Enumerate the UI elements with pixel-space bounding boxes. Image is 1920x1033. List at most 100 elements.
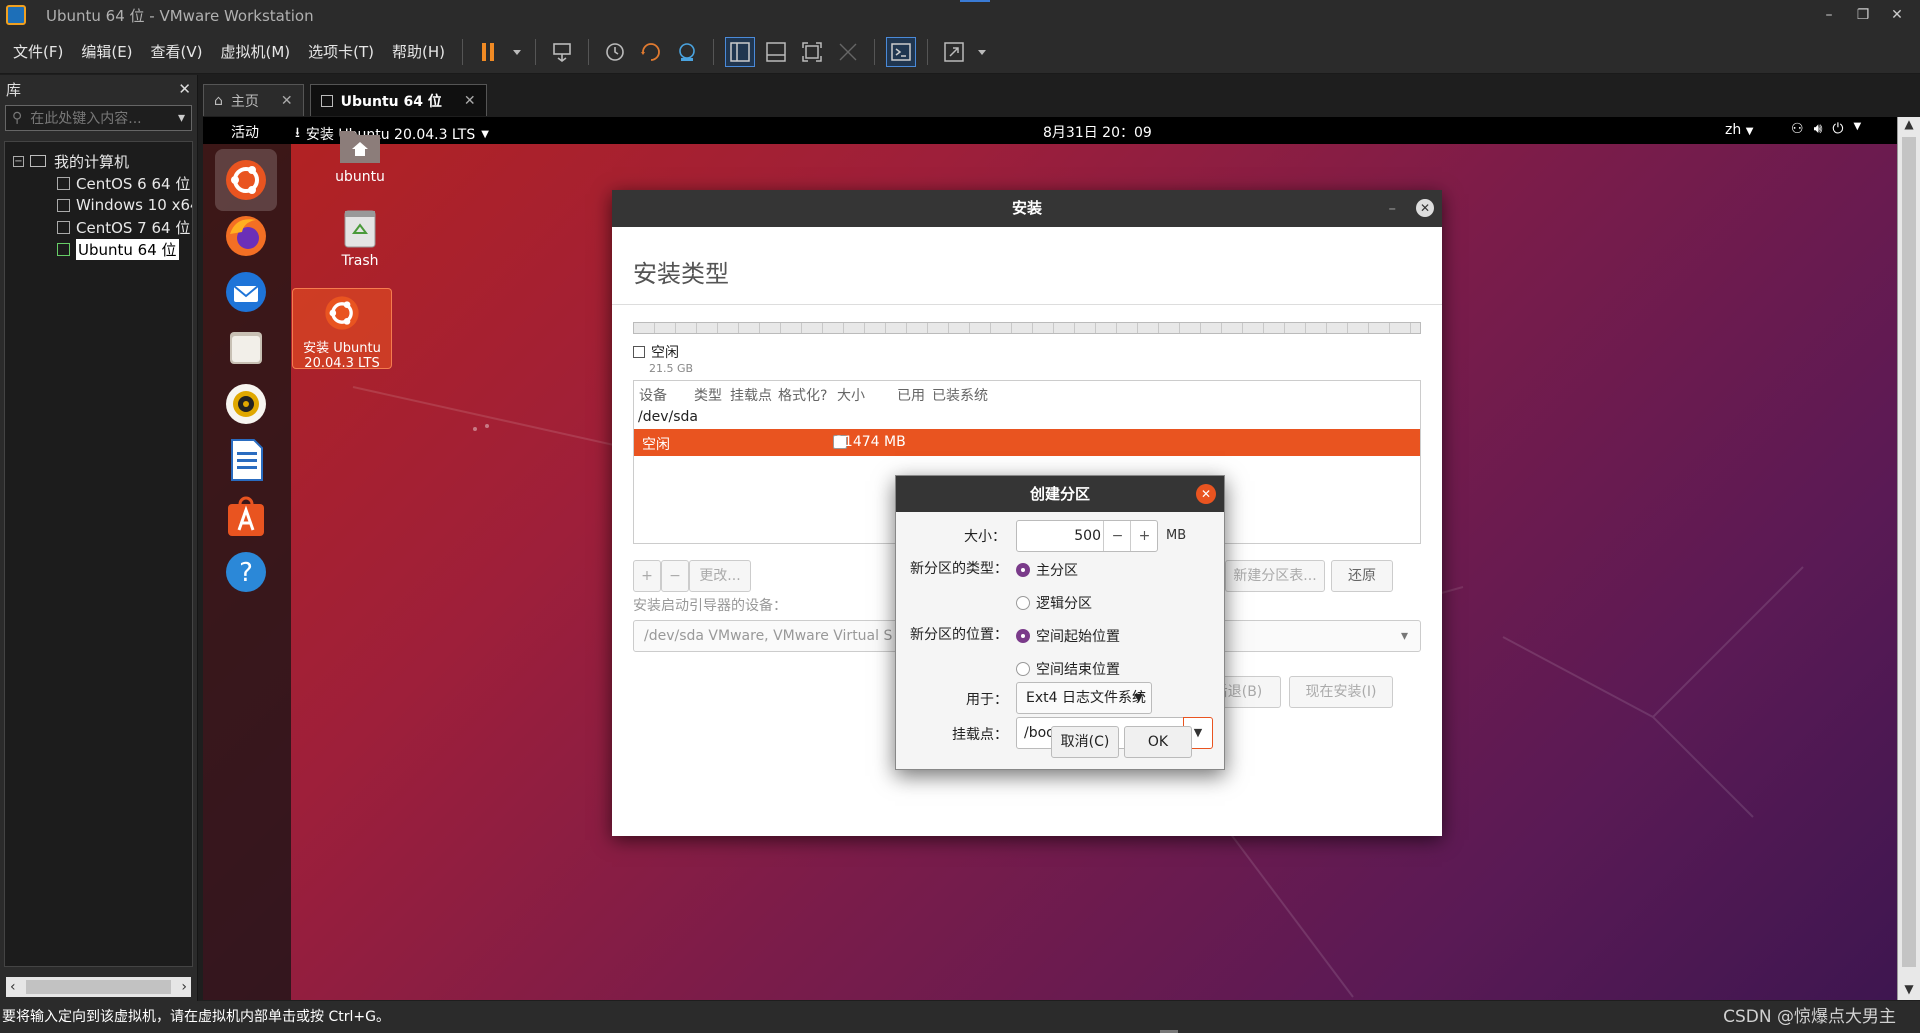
pause-dropdown-icon[interactable] [510,37,524,67]
radio-label: 空间起始位置 [1036,629,1120,645]
library-horizontal-scrollbar[interactable]: ‹ › [6,977,191,997]
scroll-down-icon[interactable]: ▼ [1898,982,1920,1000]
tab-ubuntu[interactable]: Ubuntu 64 位 ✕ [309,84,487,116]
dock-firefox[interactable] [215,205,277,267]
library-title: 库 [6,80,22,99]
activities-button[interactable]: 活动 [231,122,259,142]
chevron-down-icon: ▼ [1745,126,1754,137]
snapshot-icon[interactable] [600,37,630,67]
col-mount: 挂载点 [730,388,772,404]
tab-home[interactable]: ⌂ 主页 ✕ [203,84,304,116]
thumbnail-bar-icon[interactable] [761,37,791,67]
menu-vm[interactable]: 虚拟机(M) [212,41,300,62]
scroll-up-icon[interactable]: ▲ [1898,117,1920,135]
add-partition-button[interactable]: + [633,560,661,592]
stretch-guest-icon[interactable] [939,37,969,67]
scrollbar-thumb[interactable] [1902,137,1916,967]
clock[interactable]: 8月31日 20：09 [1043,122,1152,142]
menu-edit[interactable]: 编辑(E) [72,41,141,62]
remove-partition-button[interactable]: − [661,560,689,592]
desktop-icon-trash[interactable]: Trash [300,207,420,269]
col-used: 已用 [897,388,925,404]
window-titlebar: Ubuntu 64 位 - VMware Workstation – ❐ ✕ [0,0,1920,30]
scroll-right-icon[interactable]: › [181,979,187,995]
menu-view[interactable]: 查看(V) [142,41,212,62]
send-ctrl-alt-del-icon[interactable] [547,37,577,67]
show-library-icon[interactable] [725,36,756,67]
dock-software[interactable] [215,485,277,547]
legend-swatch [633,346,645,358]
desktop-icon-install-ubuntu[interactable]: 安装 Ubuntu 20.04.3 LTS [292,288,392,371]
minimize-icon[interactable]: – [1389,190,1397,227]
new-partition-table-button[interactable]: 新建分区表... [1225,560,1325,592]
scroll-left-icon[interactable]: ‹ [10,979,16,995]
tree-item-centos6[interactable]: CentOS 6 64 位 [5,172,192,194]
radio-end[interactable]: 空间结束位置 [1016,659,1120,679]
vm-tabs: ⌂ 主页 ✕ Ubuntu 64 位 ✕ [203,84,493,116]
revert-button[interactable]: 还原 [1331,560,1393,592]
decrement-button[interactable]: − [1103,521,1131,551]
full-screen-icon[interactable] [797,37,827,67]
dock-thunderbird[interactable] [215,261,277,323]
tree-item-centos7[interactable]: CentOS 7 64 位 [5,216,192,238]
tab-close-icon[interactable]: ✕ [281,93,293,109]
close-icon[interactable]: ✕ [1196,484,1216,504]
stretch-dropdown-icon[interactable] [975,37,989,67]
console-view-icon[interactable] [886,36,917,67]
filesystem-select[interactable]: Ext4 日志文件系统 ▼ [1016,682,1152,714]
tab-close-icon[interactable]: ✕ [464,93,476,109]
dock-help[interactable]: ? [215,541,277,603]
revert-snapshot-icon[interactable] [636,37,666,67]
library-search-input[interactable]: ⚲ 在此处键入内容... ▾ [5,105,192,131]
titlebar-accent [960,0,990,2]
dock-writer[interactable] [215,429,277,491]
guest-vertical-scrollbar[interactable]: ▲ ▼ [1897,117,1920,1000]
snapshot-manager-icon[interactable] [672,37,702,67]
scrollbar-thumb[interactable] [26,980,171,994]
tree-root[interactable]: − 我的计算机 [5,150,192,172]
unity-mode-icon[interactable] [833,37,863,67]
menu-tabs[interactable]: 选项卡(T) [299,41,383,62]
radio-primary[interactable]: 主分区 [1016,560,1078,580]
collapse-icon[interactable]: − [13,155,24,167]
menu-file[interactable]: 文件(F) [4,41,72,62]
dock-rhythmbox[interactable] [215,373,277,435]
library-header: 库 ✕ [0,75,197,103]
cancel-button[interactable]: 取消(C) [1051,726,1119,758]
vm-tab-icon [320,94,333,107]
tab-ubuntu-label: Ubuntu 64 位 [340,93,442,110]
close-icon[interactable]: ✕ [1416,199,1434,217]
radio-start[interactable]: 空间起始位置 [1016,626,1120,646]
row-size: 21474 MB [835,434,906,450]
dock-installer[interactable] [215,149,277,211]
install-now-button[interactable]: 现在安装(I) [1289,676,1393,708]
desktop-icon-home[interactable]: ubuntu [300,125,420,185]
home-folder-icon [340,131,380,163]
ubuntu-installer-icon [226,160,266,200]
increment-button[interactable]: + [1130,521,1158,551]
system-tray[interactable]: ⚇ 🔊︎ ⏻ ▼ [1791,121,1861,137]
vm-running-icon [57,242,70,256]
tree-item-windows10[interactable]: Windows 10 x64 [5,194,192,216]
search-dropdown-icon[interactable]: ▾ [178,110,185,126]
ok-button[interactable]: OK [1124,726,1192,758]
network-icon: ⚇ [1791,121,1804,137]
radio-logical[interactable]: 逻辑分区 [1016,593,1092,613]
dock-files[interactable] [215,317,277,379]
pause-icon[interactable] [474,37,504,67]
menu-help[interactable]: 帮助(H) [383,41,454,62]
library-close-icon[interactable]: ✕ [178,80,191,98]
desktop-icon-label: Trash [341,253,379,269]
size-spinbox[interactable]: 500 − + [1016,520,1158,552]
restore-button[interactable]: ❐ [1846,0,1880,30]
change-partition-button[interactable]: 更改... [689,560,751,592]
close-button[interactable]: ✕ [1880,0,1914,30]
size-value[interactable]: 500 [1017,521,1101,551]
col-format: 格式化? [778,388,828,404]
guest-display[interactable]: 活动 ⭳ 安装 Ubuntu 20.04.3 LTS ▼ 8月31日 20：09… [203,117,1897,1000]
status-message: 要将输入定向到该虚拟机，请在虚拟机内部单击或按 Ctrl+G。 [2,1009,390,1025]
table-row[interactable]: 空闲 21474 MB [634,429,1420,456]
minimize-button[interactable]: – [1812,0,1846,30]
tree-item-ubuntu64[interactable]: Ubuntu 64 位 [5,238,192,260]
input-language[interactable]: zh ▼ [1725,122,1753,138]
